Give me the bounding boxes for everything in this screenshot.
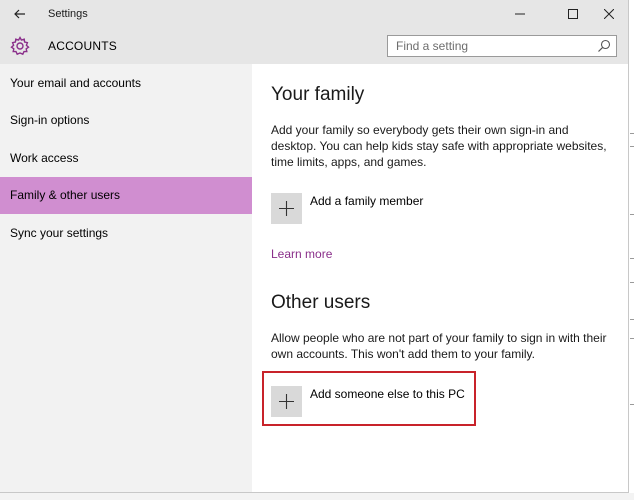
- desktop-mark: [630, 133, 634, 134]
- add-family-member-tile[interactable]: [271, 193, 302, 224]
- desktop-mark: [630, 319, 634, 320]
- sidebar-item-email-accounts[interactable]: Your email and accounts: [0, 65, 252, 102]
- plus-icon: [279, 394, 294, 409]
- settings-window: Settings ACCOUNTS Find a setting Your em…: [0, 0, 629, 493]
- sidebar-item-label: Sync your settings: [10, 226, 109, 240]
- desktop-mark: [630, 338, 634, 339]
- sidebar-item-label: Work access: [10, 151, 79, 165]
- add-someone-else-tile[interactable]: [271, 386, 302, 417]
- sidebar-item-label: Your email and accounts: [10, 76, 141, 90]
- sidebar-item-label: Family & other users: [10, 188, 121, 202]
- other-users-heading: Other users: [271, 292, 371, 313]
- add-family-member-label[interactable]: Add a family member: [310, 193, 423, 209]
- page-title: ACCOUNTS: [48, 39, 117, 53]
- close-button[interactable]: [591, 0, 627, 28]
- search-input[interactable]: [388, 36, 596, 56]
- minimize-icon: [515, 13, 525, 15]
- your-family-description: Add your family so everybody gets their …: [271, 123, 607, 169]
- your-family-heading: Your family: [271, 84, 365, 105]
- sidebar: Your email and accounts Sign-in options …: [0, 64, 252, 492]
- sidebar-item-sync-settings[interactable]: Sync your settings: [0, 215, 252, 252]
- add-someone-else-button[interactable]: Add someone else to this PC: [271, 386, 471, 418]
- gear-icon: [10, 36, 30, 56]
- other-users-description: Allow people who are not part of your fa…: [271, 331, 607, 361]
- learn-more-link[interactable]: Learn more: [271, 247, 332, 261]
- desktop-background: [629, 0, 634, 500]
- maximize-icon: [568, 9, 578, 19]
- desktop-mark: [630, 282, 634, 283]
- window-title: Settings: [48, 8, 88, 20]
- back-button[interactable]: [0, 0, 40, 28]
- page-header: ACCOUNTS: [0, 28, 628, 64]
- add-someone-else-label[interactable]: Add someone else to this PC: [310, 386, 465, 402]
- title-bar: Settings: [0, 0, 628, 28]
- sidebar-item-work-access[interactable]: Work access: [0, 140, 252, 177]
- maximize-button[interactable]: [555, 0, 591, 28]
- search-box[interactable]: [387, 35, 617, 57]
- add-family-member-button[interactable]: Add a family member: [271, 193, 451, 225]
- minimize-button[interactable]: [502, 0, 538, 28]
- plus-icon: [279, 201, 294, 216]
- desktop-mark: [630, 214, 634, 215]
- desktop-bottom: [0, 493, 634, 500]
- close-icon: [604, 9, 614, 19]
- search-icon[interactable]: [597, 39, 611, 53]
- main-content: Your family Add your family so everybody…: [252, 64, 628, 492]
- sidebar-item-sign-in-options[interactable]: Sign-in options: [0, 102, 252, 139]
- sidebar-item-family-other-users[interactable]: Family & other users: [0, 177, 252, 214]
- sidebar-item-label: Sign-in options: [10, 113, 90, 127]
- desktop-mark: [630, 146, 634, 147]
- desktop-mark: [630, 404, 634, 405]
- back-arrow-icon: [14, 9, 25, 19]
- desktop-mark: [630, 258, 634, 259]
